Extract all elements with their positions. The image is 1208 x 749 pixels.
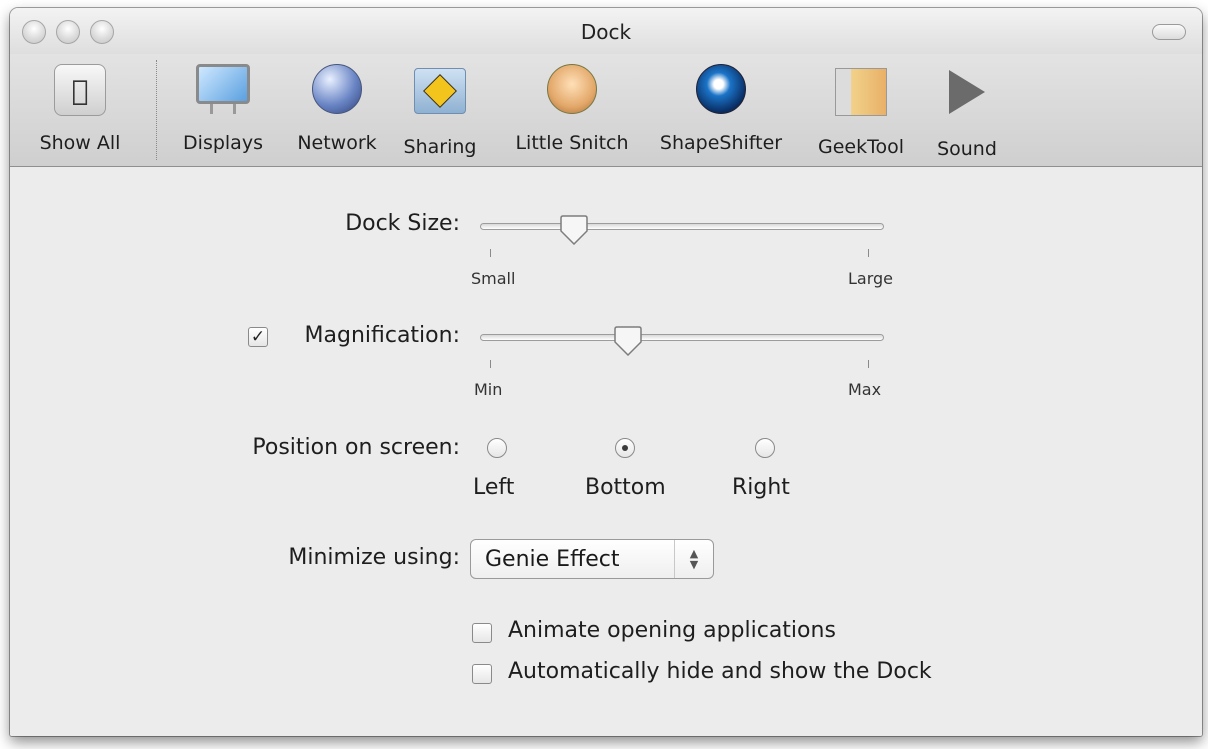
minimize-effect-popup[interactable]: Genie Effect ▲ ▼ <box>470 539 714 579</box>
position-left-label: Left <box>473 475 515 500</box>
preferences-toolbar:  Show All Displays Network Sharing Litt… <box>10 54 1202 167</box>
magnification-slider-thumb[interactable] <box>613 326 643 357</box>
window-title: Dock <box>580 20 632 44</box>
globe-icon <box>312 64 362 114</box>
minimize-label: Minimize using: <box>288 545 460 570</box>
position-right-radio[interactable] <box>755 438 775 458</box>
toolbar-displays[interactable]: Displays <box>176 64 270 154</box>
animate-opening-label: Animate opening applications <box>508 618 836 643</box>
dock-size-min-label: Small <box>471 269 516 288</box>
toolbar-sharing[interactable]: Sharing <box>400 64 480 158</box>
magnification-min-label: Min <box>474 380 503 399</box>
shapeshifter-icon <box>696 64 746 114</box>
animate-opening-checkbox[interactable] <box>472 623 492 643</box>
sharing-folder-icon <box>414 68 466 114</box>
magnification-checkbox[interactable]: ✓ <box>248 327 268 347</box>
dock-size-slider-thumb[interactable] <box>559 215 589 246</box>
display-icon <box>195 64 251 120</box>
title-bar: Dock <box>10 8 1202 54</box>
magnification-slider[interactable] <box>480 334 884 341</box>
toolbar-network[interactable]: Network <box>292 64 382 154</box>
geektool-icon <box>835 68 887 116</box>
toolbar-divider <box>156 60 157 160</box>
toolbar-sound[interactable]: Sound <box>932 64 1002 160</box>
position-bottom-radio[interactable] <box>615 438 635 458</box>
dock-size-slider[interactable] <box>480 223 884 230</box>
speaker-icon <box>949 70 985 114</box>
toolbar-shapeshifter[interactable]: ShapeShifter <box>652 64 790 154</box>
toolbar-little-snitch[interactable]: Little Snitch <box>504 64 640 154</box>
apple-icon:  <box>54 64 106 116</box>
magnification-max-tick <box>868 360 869 368</box>
minimize-effect-value: Genie Effect <box>485 547 620 572</box>
dock-size-label: Dock Size: <box>345 211 460 236</box>
dock-settings-panel: Dock Size: Small Large ✓ Magnification: … <box>10 167 1202 736</box>
dock-size-max-label: Large <box>848 269 894 288</box>
position-bottom-label: Bottom <box>585 475 666 500</box>
dock-preferences-window: Dock  Show All Displays Network Sharing… <box>10 8 1202 736</box>
position-label: Position on screen: <box>252 435 460 460</box>
position-left-radio[interactable] <box>487 438 507 458</box>
toolbar-geektool[interactable]: GeekTool <box>808 64 914 158</box>
position-right-label: Right <box>732 475 790 500</box>
toolbar-show-all[interactable]:  Show All <box>28 64 132 154</box>
toolbar-toggle-button[interactable] <box>1152 24 1186 40</box>
dock-size-min-tick <box>490 249 491 257</box>
popup-arrows-icon: ▲ ▼ <box>674 540 713 578</box>
magnification-label: Magnification: <box>304 323 460 348</box>
little-snitch-icon <box>547 64 597 114</box>
magnification-max-label: Max <box>848 380 882 399</box>
checkmark-icon: ✓ <box>250 327 266 347</box>
autohide-dock-label: Automatically hide and show the Dock <box>508 659 932 684</box>
autohide-dock-checkbox[interactable] <box>472 664 492 684</box>
dock-size-max-tick <box>868 249 869 257</box>
magnification-min-tick <box>490 360 491 368</box>
